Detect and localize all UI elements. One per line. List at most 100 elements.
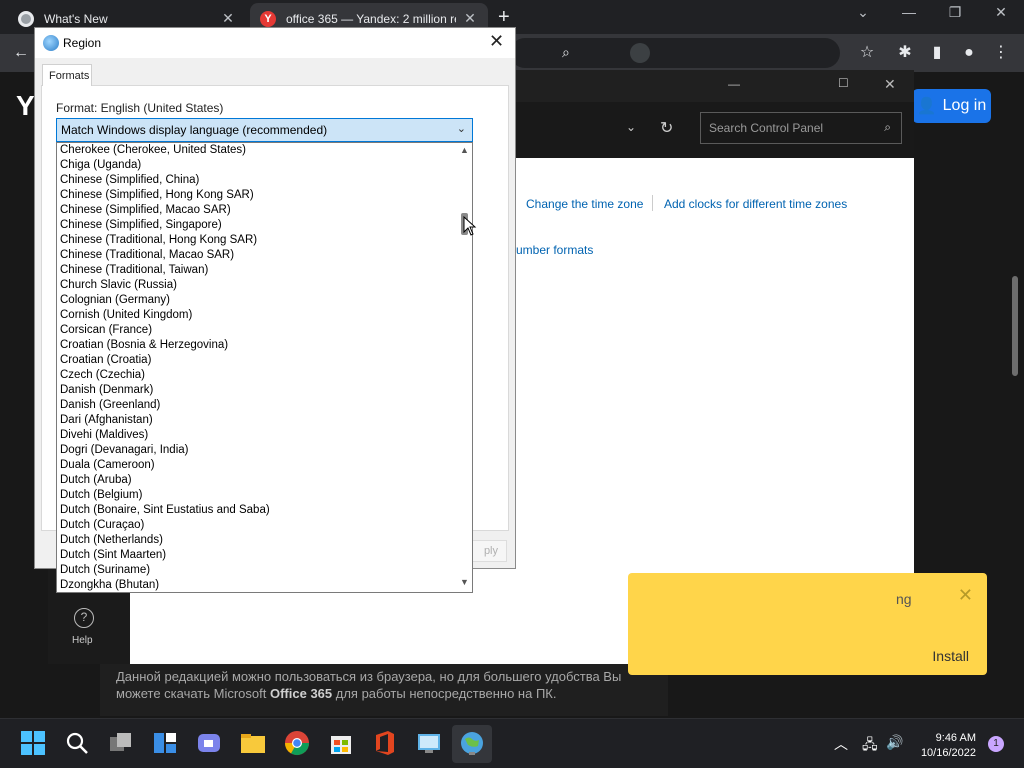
- list-item[interactable]: Dutch (Sint Maarten): [57, 548, 455, 563]
- show-hidden-icons-chevron-icon[interactable]: ︿: [834, 734, 848, 754]
- list-item[interactable]: Dari (Afghanistan): [57, 413, 455, 428]
- office-download-banner: Данной редакцией можно пользоваться из б…: [100, 664, 668, 716]
- list-item[interactable]: Dzongkha (Bhutan): [57, 578, 455, 592]
- side-panel-icon[interactable]: ▮: [926, 42, 948, 64]
- search-icon: ⌕: [884, 120, 891, 134]
- region-globe-icon[interactable]: [459, 730, 485, 756]
- format-label: Format: English (United States): [56, 101, 224, 115]
- list-item[interactable]: Chinese (Traditional, Macao SAR): [57, 248, 455, 263]
- list-scrollbar[interactable]: ▲ ▼: [458, 143, 472, 592]
- list-item[interactable]: Duala (Cameroon): [57, 458, 455, 473]
- install-notification: ng ✕ Install: [628, 573, 987, 675]
- list-item[interactable]: Czech (Czechia): [57, 368, 455, 383]
- list-item[interactable]: Chinese (Simplified, China): [57, 173, 455, 188]
- page-scrollbar-thumb[interactable]: [1012, 276, 1018, 376]
- list-item[interactable]: Cornish (United Kingdom): [57, 308, 455, 323]
- close-window-button[interactable]: ✕: [978, 4, 1024, 21]
- back-arrow-icon[interactable]: ←: [10, 42, 32, 64]
- list-item[interactable]: Church Slavic (Russia): [57, 278, 455, 293]
- new-tab-button[interactable]: +: [498, 6, 510, 29]
- address-bar[interactable]: ⌕: [510, 38, 840, 68]
- install-button[interactable]: Install: [932, 648, 969, 664]
- add-clocks-link[interactable]: Add clocks for different time zones: [664, 197, 847, 211]
- list-item[interactable]: Chinese (Traditional, Taiwan): [57, 263, 455, 278]
- tab-close-icon[interactable]: ✕: [462, 10, 478, 27]
- account-icon[interactable]: ●: [958, 42, 980, 64]
- list-item[interactable]: Chinese (Simplified, Hong Kong SAR): [57, 188, 455, 203]
- number-formats-link[interactable]: umber formats: [516, 243, 593, 257]
- minimize-button[interactable]: —: [886, 4, 932, 20]
- taskbar: ︿ 🖧 🔊: [0, 718, 1024, 768]
- search-icon[interactable]: [64, 730, 90, 756]
- extensions-icon[interactable]: ✱: [894, 42, 916, 64]
- tab-search-chevron-icon[interactable]: ⌄: [840, 4, 886, 21]
- cp-maximize-button[interactable]: ☐: [838, 76, 849, 90]
- banner-line-2: можете скачать Microsoft Office 365 для …: [116, 686, 557, 701]
- banner-line-1: Данной редакцией можно пользоваться из б…: [116, 669, 622, 684]
- list-item[interactable]: Colognian (Germany): [57, 293, 455, 308]
- office-icon[interactable]: [372, 730, 398, 756]
- clock-date: 10/16/2022: [920, 747, 976, 759]
- list-item[interactable]: Dutch (Aruba): [57, 473, 455, 488]
- change-time-zone-link[interactable]: Change the time zone: [526, 197, 643, 211]
- notification-count-badge[interactable]: 1: [988, 736, 1004, 752]
- taskbar-clock[interactable]: 9:46 AM 10/16/2022: [918, 731, 976, 761]
- list-item[interactable]: Dutch (Curaçao): [57, 518, 455, 533]
- format-dropdown-list[interactable]: Cherokee (Cherokee, United States) Chiga …: [56, 142, 473, 593]
- microsoft-store-icon[interactable]: [328, 730, 354, 756]
- chevron-down-icon[interactable]: ⌄: [626, 120, 636, 134]
- tab-formats[interactable]: Formats: [42, 64, 92, 86]
- list-item[interactable]: Chinese (Simplified, Singapore): [57, 218, 455, 233]
- list-item[interactable]: Chinese (Simplified, Macao SAR): [57, 203, 455, 218]
- network-icon[interactable]: 🖧: [862, 734, 878, 758]
- list-item[interactable]: Croatian (Croatia): [57, 353, 455, 368]
- scroll-up-arrow-icon[interactable]: ▲: [460, 145, 469, 155]
- list-item[interactable]: Dutch (Bonaire, Sint Eustatius and Saba): [57, 503, 455, 518]
- login-label: Log in: [942, 97, 987, 114]
- search-placeholder: Search Control Panel: [709, 121, 824, 135]
- list-item[interactable]: Cherokee (Cherokee, United States): [57, 143, 455, 158]
- profile-icon[interactable]: [630, 43, 650, 63]
- task-view-icon[interactable]: [108, 730, 134, 756]
- chrome-icon[interactable]: [284, 730, 310, 756]
- region-titlebar: Region ✕: [35, 28, 515, 58]
- chevron-down-icon: ⌄: [456, 123, 466, 135]
- dialog-close-button[interactable]: ✕: [489, 31, 504, 52]
- menu-kebab-icon[interactable]: ⋮: [990, 42, 1012, 64]
- globe-icon: [43, 35, 59, 51]
- list-item[interactable]: Dogri (Devanagari, India): [57, 443, 455, 458]
- list-item[interactable]: Dutch (Suriname): [57, 563, 455, 578]
- list-item[interactable]: Danish (Denmark): [57, 383, 455, 398]
- format-dropdown[interactable]: Match Windows display language (recommen…: [56, 118, 473, 142]
- list-item[interactable]: Danish (Greenland): [57, 398, 455, 413]
- bookmark-star-icon[interactable]: ☆: [856, 42, 878, 64]
- login-button[interactable]: 👤 Log in: [912, 89, 991, 123]
- tab-title: What's New: [44, 11, 108, 26]
- cp-search-input[interactable]: Search Control Panel ⌕: [700, 112, 902, 144]
- dropdown-value: Match Windows display language (recommen…: [61, 123, 328, 137]
- search-icon: ⌕: [562, 44, 570, 60]
- restore-button[interactable]: ❐: [932, 4, 978, 21]
- list-item[interactable]: Croatian (Bosnia & Herzegovina): [57, 338, 455, 353]
- cp-minimize-button[interactable]: —: [728, 77, 740, 91]
- file-explorer-icon[interactable]: [240, 730, 266, 756]
- widgets-icon[interactable]: [152, 730, 178, 756]
- list-item[interactable]: Dutch (Netherlands): [57, 533, 455, 548]
- list-item[interactable]: Dutch (Belgium): [57, 488, 455, 503]
- close-icon[interactable]: ✕: [958, 585, 973, 606]
- tab-close-icon[interactable]: ✕: [220, 10, 236, 27]
- list-item[interactable]: Chinese (Traditional, Hong Kong SAR): [57, 233, 455, 248]
- list-item[interactable]: Corsican (France): [57, 323, 455, 338]
- clock-time: 9:46 AM: [935, 732, 976, 744]
- help-icon[interactable]: ?: [74, 608, 94, 628]
- control-panel-icon[interactable]: [416, 730, 442, 756]
- cp-close-button[interactable]: ✕: [884, 76, 896, 93]
- scroll-down-arrow-icon[interactable]: ▼: [460, 577, 469, 587]
- yandex-logo: Y: [16, 90, 35, 121]
- list-item[interactable]: Chiga (Uganda): [57, 158, 455, 173]
- volume-icon[interactable]: 🔊: [886, 734, 903, 751]
- list-item[interactable]: Divehi (Maldives): [57, 428, 455, 443]
- refresh-icon[interactable]: ↻: [660, 118, 673, 138]
- start-button-icon[interactable]: [20, 730, 46, 756]
- teams-chat-icon[interactable]: [196, 730, 222, 756]
